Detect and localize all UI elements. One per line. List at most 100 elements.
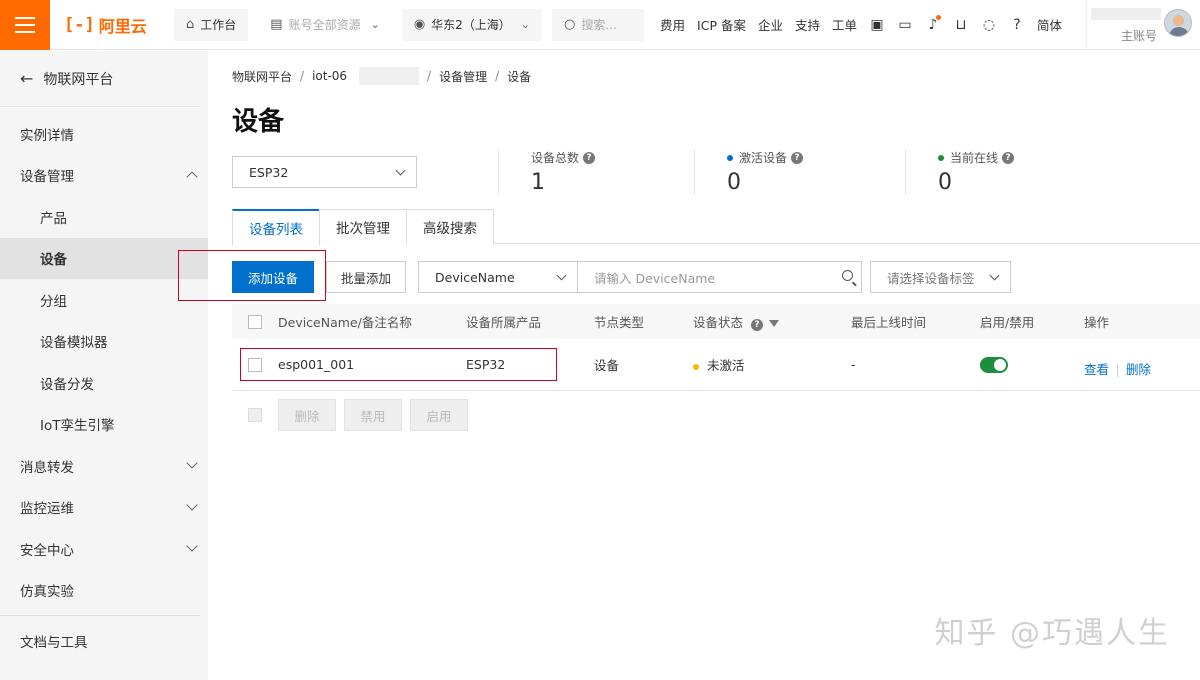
sidebar-divider: [0, 615, 200, 616]
cart-icon[interactable]: ⊔: [953, 17, 969, 33]
column-header: 设备所属产品: [466, 315, 542, 330]
sidebar-item-message-forwarding[interactable]: 消息转发: [0, 445, 208, 487]
sidebar-item-docs-tools[interactable]: 文档与工具: [0, 620, 208, 662]
hamburger-menu-button[interactable]: [0, 0, 50, 50]
sidebar-item-product[interactable]: 产品: [0, 196, 208, 238]
account-name-redacted: [1091, 8, 1161, 20]
breadcrumb-item[interactable]: 设备管理: [439, 68, 487, 85]
batch-enable-button[interactable]: 启用: [410, 399, 468, 431]
view-link[interactable]: 查看: [1084, 362, 1109, 377]
avatar[interactable]: [1164, 9, 1192, 37]
sidebar-item-label: 消息转发: [20, 459, 74, 476]
nav-link-enterprise[interactable]: 企业: [758, 15, 783, 34]
search-icon: ○: [564, 17, 576, 32]
column-header: 设备状态: [693, 315, 744, 330]
status-dot: [693, 363, 699, 370]
sidebar-item-group[interactable]: 分组: [0, 279, 208, 321]
column-header-status: 设备状态?: [693, 312, 780, 331]
tab-device-list[interactable]: 设备列表: [232, 209, 320, 245]
terminal-icon[interactable]: ▭: [897, 17, 913, 33]
bell-icon[interactable]: ♪: [925, 14, 942, 33]
account-menu[interactable]: 主账号: [1086, 0, 1200, 50]
arrow-left-icon: ←: [20, 69, 34, 88]
sidebar-item-simulator[interactable]: 设备模拟器: [0, 321, 208, 363]
sidebar: ← 物联网平台 实例详情 设备管理 产品 设备 分组 设备模拟器 设备分发 Io…: [0, 51, 208, 680]
sidebar-item-monitoring[interactable]: 监控运维: [0, 487, 208, 529]
help-icon[interactable]: ?: [751, 319, 764, 331]
sidebar-item-security[interactable]: 安全中心: [0, 528, 208, 570]
batch-delete-button[interactable]: 删除: [278, 399, 336, 431]
actions-cell: 查看 删除: [1084, 359, 1151, 378]
sidebar-item-twin-engine[interactable]: IoT孪生引擎: [0, 404, 208, 446]
status-dot: [938, 154, 944, 161]
page-title: 设备: [232, 107, 285, 137]
search-icon[interactable]: [842, 270, 854, 281]
top-bar: [-] 阿里云 ⌂ 工作台 ▤ 账号全部资源 ⌄ ◉ 华东2（上海） ⌄ ○ 搜…: [0, 0, 1200, 50]
redacted-instance-id: [359, 67, 420, 85]
column-header: 节点类型: [594, 315, 645, 330]
device-tag-select[interactable]: 请选择设备标签: [870, 261, 1012, 293]
region-selector[interactable]: ◉ 华东2（上海） ⌄: [401, 8, 543, 41]
workbench-button[interactable]: ⌂ 工作台: [174, 8, 249, 41]
sidebar-item-instance[interactable]: 实例详情: [0, 113, 208, 155]
nav-link-support[interactable]: 支持: [795, 15, 820, 34]
chevron-down-icon: [989, 270, 1000, 281]
node-type-cell: 设备: [594, 358, 620, 373]
delete-link[interactable]: 删除: [1126, 362, 1151, 377]
search-field-select[interactable]: DeviceName: [418, 261, 579, 293]
last-online-cell: -: [851, 357, 856, 372]
chevron-down-icon: [186, 498, 198, 511]
column-header: DeviceName/备注名称: [278, 315, 412, 330]
chevron-down-icon: [186, 540, 198, 552]
help-icon[interactable]: ?: [1009, 17, 1025, 33]
lightbulb-icon[interactable]: ◌: [981, 17, 997, 33]
tab-advanced-search[interactable]: 高级搜索: [406, 209, 494, 244]
nav-link-icp[interactable]: ICP 备案: [697, 15, 746, 34]
breadcrumb: 物联网平台 / iot-06 / 设备管理 / 设备: [232, 67, 532, 85]
table-header: DeviceName/备注名称 设备所属产品 节点类型 设备状态? 最后上线时间…: [232, 304, 1200, 339]
breadcrumb-item[interactable]: iot-06: [312, 69, 347, 83]
sidebar-item-device[interactable]: 设备: [0, 237, 208, 279]
sidebar-back-button[interactable]: ← 物联网平台: [0, 51, 200, 107]
chevron-up-icon: [186, 170, 198, 183]
help-icon[interactable]: ?: [791, 151, 804, 164]
column-header: 启用/禁用: [980, 315, 1035, 330]
logo[interactable]: [-] 阿里云: [64, 13, 174, 37]
batch-disable-button[interactable]: 禁用: [344, 399, 402, 431]
sidebar-item-device-management[interactable]: 设备管理: [0, 155, 208, 197]
status-badge: 未激活: [707, 358, 745, 373]
stat-label: 激活设备: [739, 151, 788, 165]
chevron-down-icon: [556, 270, 567, 281]
product-select[interactable]: ESP32: [232, 156, 417, 188]
nav-link-ticket[interactable]: 工单: [832, 15, 857, 34]
chevron-down-icon: [395, 165, 406, 176]
app-icon[interactable]: ▣: [869, 17, 885, 33]
highlight-box-device-row: [240, 348, 557, 381]
select-all-checkbox[interactable]: [248, 314, 262, 329]
global-search[interactable]: ○ 搜索...: [552, 8, 645, 41]
stat-value: 0: [938, 170, 952, 195]
resource-selector[interactable]: ▤ 账号全部资源 ⌄: [258, 8, 392, 41]
sidebar-item-simulation-lab[interactable]: 仿真实验: [0, 570, 208, 612]
breadcrumb-item[interactable]: 物联网平台: [232, 68, 292, 85]
status-dot: [727, 154, 733, 161]
batch-select-checkbox[interactable]: [248, 408, 262, 422]
device-search-input[interactable]: 请输入 DeviceName: [578, 261, 863, 293]
help-icon[interactable]: ?: [583, 151, 596, 164]
language-switch[interactable]: 简体: [1037, 15, 1062, 34]
nav-link-fees[interactable]: 费用: [660, 15, 685, 34]
sidebar-item-label: 设备管理: [20, 169, 74, 186]
help-icon[interactable]: ?: [1002, 151, 1015, 164]
enable-toggle[interactable]: [980, 357, 1008, 373]
region-label: 华东2（上海）: [431, 18, 511, 32]
filter-icon[interactable]: [769, 320, 780, 327]
batch-add-button[interactable]: 批量添加: [326, 261, 407, 293]
search-field-value: DeviceName: [435, 269, 515, 285]
sidebar-item-distribution[interactable]: 设备分发: [0, 362, 208, 404]
tab-bar: 设备列表 批次管理 高级搜索: [232, 209, 1200, 245]
resource-label: 账号全部资源: [288, 18, 361, 32]
tab-batch-management[interactable]: 批次管理: [319, 209, 407, 244]
resource-icon: ▤: [270, 17, 283, 32]
location-pin-icon: ◉: [413, 17, 426, 32]
stat-total-devices: 设备总数? 1: [498, 149, 596, 195]
